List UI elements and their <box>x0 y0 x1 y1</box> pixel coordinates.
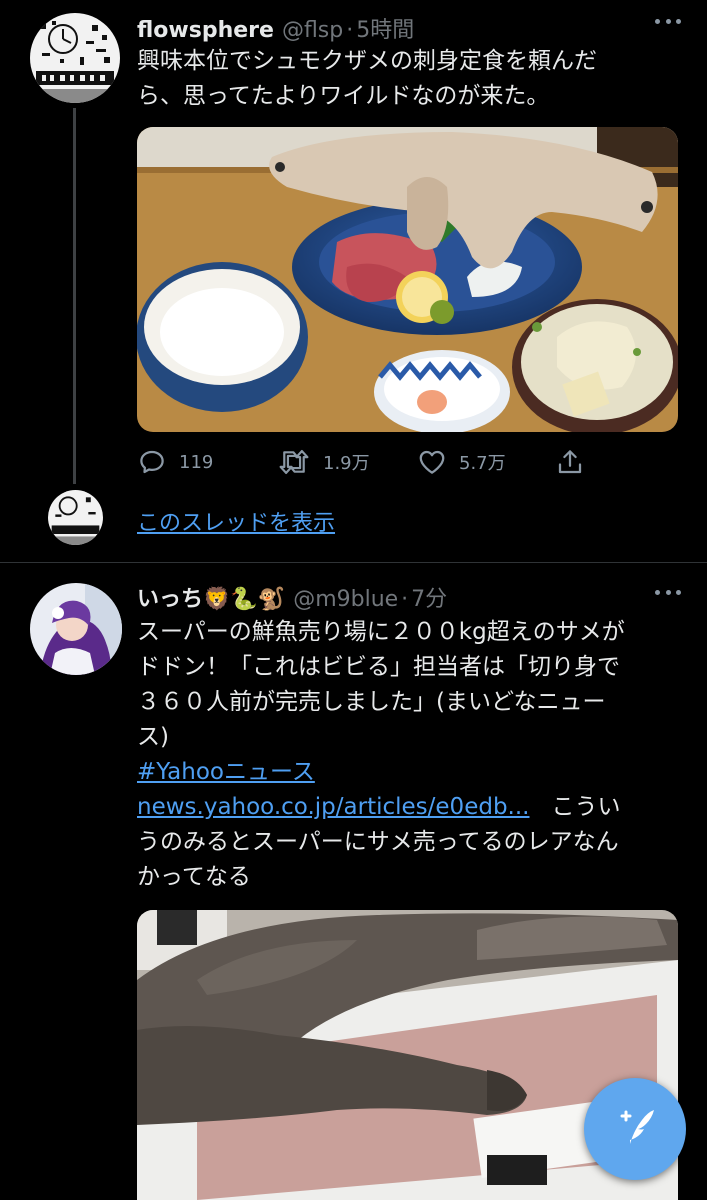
display-name[interactable]: flowsphere <box>137 18 274 43</box>
separator-dot: · <box>401 587 409 612</box>
tweet-text-line: ら、思ってたよりワイルドなのが来た。 <box>137 83 550 109</box>
tweet-photo-sashimi-set[interactable] <box>137 127 678 432</box>
reply-count: 119 <box>179 451 214 473</box>
tweet-header: flowsphere @flsp · 5時間 <box>137 12 414 44</box>
avatar-m9blue[interactable] <box>30 583 122 675</box>
hashtag-link[interactable]: #Yahooニュース <box>137 759 315 785</box>
tweet-text: スーパーの鮮魚売り場に２００kg超えのサメが ドドン！「これはビビる」担当者は「… <box>137 615 677 895</box>
like-action[interactable]: 5.7万 <box>417 447 555 477</box>
show-thread-link[interactable]: このスレッドを表示 <box>137 505 335 537</box>
thread-connector-line <box>73 108 76 484</box>
article-url-link[interactable]: news.yahoo.co.jp/articles/e0edb... <box>137 794 529 820</box>
display-name[interactable]: いっち🦁🐍🐒 <box>137 581 285 613</box>
tweet-comment-text: こうい <box>551 794 621 820</box>
ellipsis-icon[interactable] <box>655 19 681 27</box>
tweet-text-line: スーパーの鮮魚売り場に２００kg超えのサメが <box>137 619 625 645</box>
separator-dot: · <box>346 18 354 43</box>
tweet-text-line: かってなる <box>137 864 251 890</box>
user-handle[interactable]: @m9blue <box>293 587 398 612</box>
ellipsis-icon[interactable] <box>655 590 681 598</box>
tweet-text-line: ドドン！「これはビビる」担当者は「切り身で <box>137 654 620 680</box>
reply-bubble-icon <box>137 447 167 477</box>
reply-action[interactable]: 119 <box>137 447 277 477</box>
tweet-flowsphere[interactable]: flowsphere @flsp · 5時間 興味本位でシュモクザメの刺身定食を… <box>0 0 707 562</box>
like-count: 5.7万 <box>459 453 506 474</box>
tweet-text-line: ３６０人前が完売しました」(まいどなニュー <box>137 689 606 715</box>
retweet-icon <box>277 447 311 477</box>
share-action[interactable] <box>555 447 585 477</box>
avatar-flowsphere[interactable] <box>30 13 120 103</box>
avatar-flowsphere-small[interactable] <box>48 490 103 545</box>
tweet-text: 興味本位でシュモクザメの刺身定食を頼んだ ら、思ってたよりワイルドなのが来た。 <box>137 44 677 114</box>
compose-feather-icon <box>610 1102 660 1156</box>
retweet-count: 1.9万 <box>323 453 370 474</box>
tweet-text-line: うのみるとスーパーにサメ売ってるのレアなん <box>137 829 619 855</box>
tweet-text-line: 興味本位でシュモクザメの刺身定食を頼んだ <box>137 48 597 74</box>
tweet-text-line: ス) <box>137 724 169 750</box>
tweet-actions: 119 1.9万 5.7万 <box>137 447 585 477</box>
timestamp[interactable]: 5時間 <box>356 12 414 44</box>
compose-tweet-button[interactable] <box>584 1078 686 1180</box>
tweet-header: いっち🦁🐍🐒 @m9blue · 7分 <box>137 581 447 613</box>
user-handle[interactable]: @flsp <box>282 18 343 43</box>
heart-icon <box>417 447 447 477</box>
timestamp[interactable]: 7分 <box>411 581 447 613</box>
share-icon <box>555 447 585 477</box>
retweet-action[interactable]: 1.9万 <box>277 447 417 477</box>
